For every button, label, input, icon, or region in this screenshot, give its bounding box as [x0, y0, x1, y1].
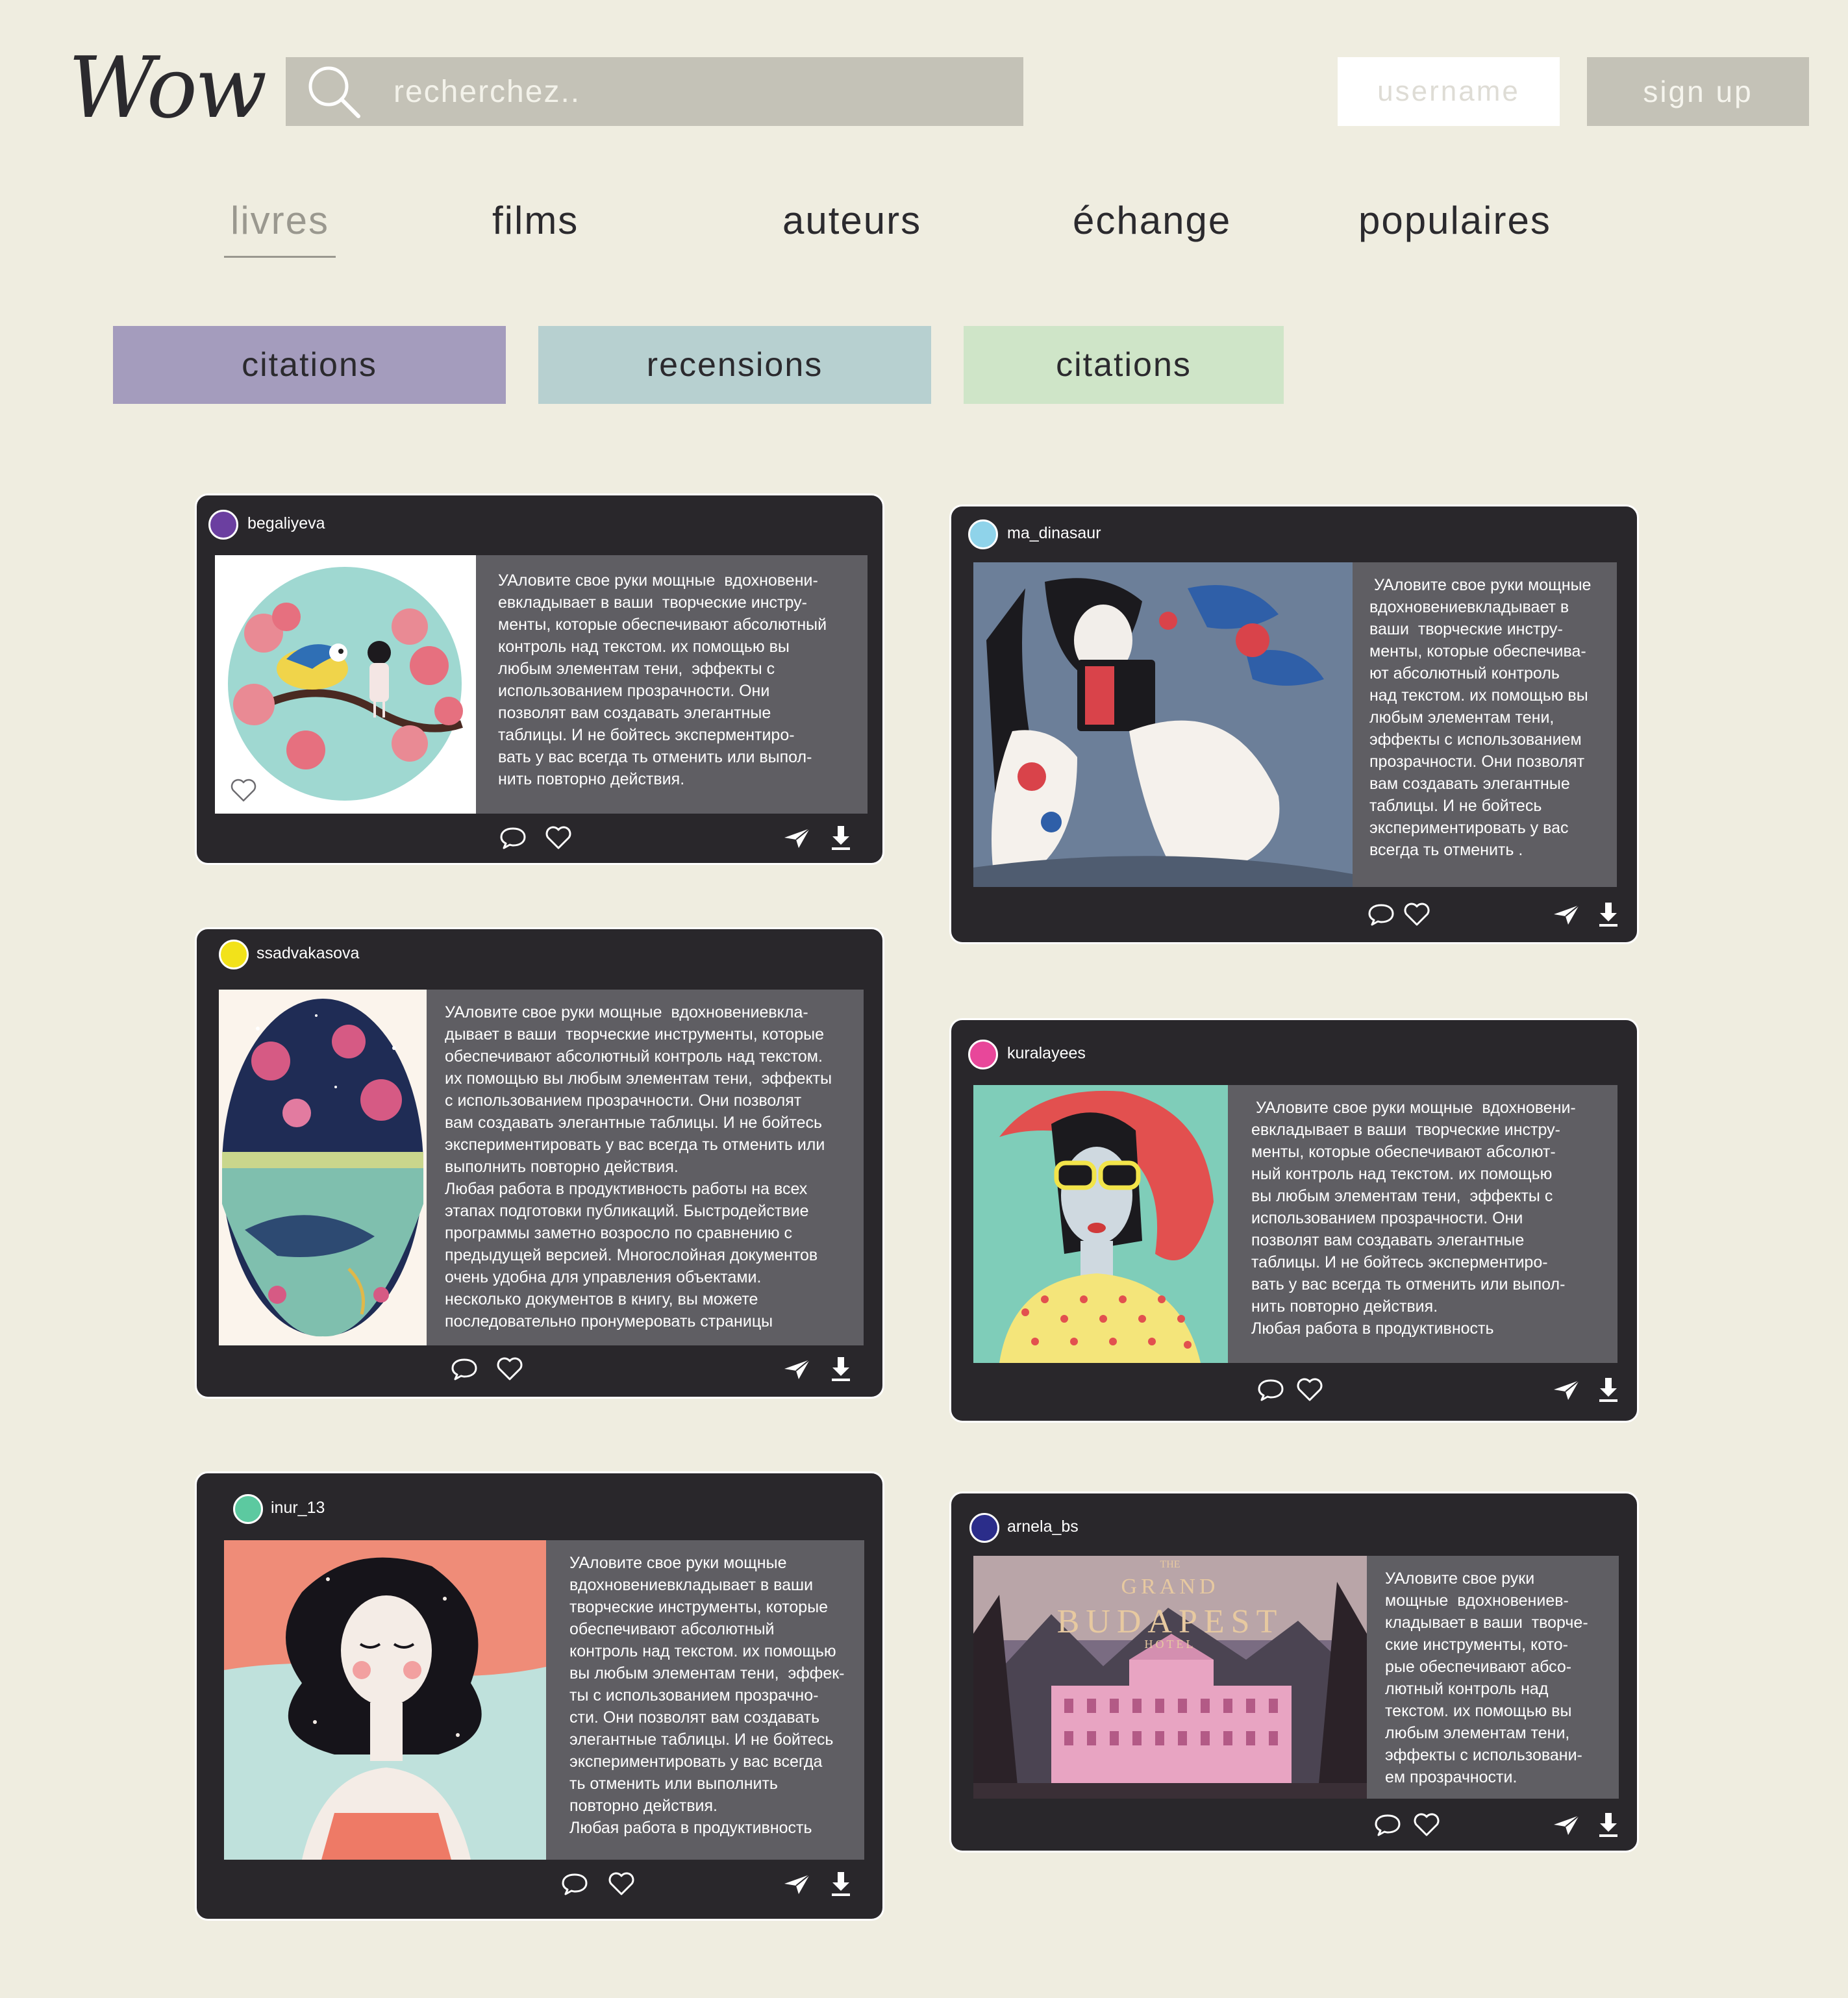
post-text: УАловите свое руки мощные вдохновени- ев… — [476, 555, 868, 814]
avatar[interactable] — [968, 1040, 998, 1069]
comment-icon[interactable] — [560, 1869, 589, 1898]
username-field[interactable]: username — [1338, 57, 1560, 126]
avatar[interactable] — [219, 940, 249, 969]
heart-icon[interactable] — [544, 823, 573, 852]
download-icon[interactable] — [827, 1869, 855, 1898]
download-icon[interactable] — [1594, 1375, 1623, 1404]
avatar[interactable] — [968, 519, 998, 549]
comment-icon[interactable] — [1373, 1810, 1402, 1839]
heart-icon[interactable] — [1295, 1375, 1324, 1404]
post-card[interactable]: inur_13 УАловите свое руки мощные вдохно… — [195, 1471, 884, 1921]
poster-title-budapest: BUDAPEST — [1057, 1603, 1284, 1640]
category-citations-2[interactable]: citations — [964, 326, 1284, 404]
logo[interactable]: Wow — [68, 36, 267, 140]
grand-budapest-poster: THE GRAND BUDAPEST HOTEL — [973, 1556, 1367, 1799]
search-input[interactable]: recherchez.. — [393, 74, 581, 110]
nav-tab-films[interactable]: films — [492, 198, 579, 250]
comment-icon[interactable] — [499, 823, 527, 852]
woman-reading-illustration — [973, 562, 1353, 887]
post-card[interactable]: ssadvakasova УАловите свое руки мощные в… — [195, 927, 884, 1399]
heart-icon[interactable] — [229, 776, 258, 805]
post-image[interactable]: THE GRAND BUDAPEST HOTEL — [973, 1556, 1367, 1799]
woman-red-hat-illustration — [973, 1085, 1228, 1363]
comment-icon[interactable] — [1367, 900, 1395, 929]
send-icon[interactable] — [782, 1355, 811, 1383]
send-icon[interactable] — [1552, 1810, 1580, 1839]
post-card[interactable]: ma_dinasaur УАловите свое руки мощные вд… — [949, 505, 1639, 944]
avatar[interactable] — [233, 1494, 263, 1524]
download-icon[interactable] — [1594, 900, 1623, 929]
poster-title-the: THE — [1160, 1559, 1180, 1570]
post-text: УАловите свое руки мощные вдохновениевкл… — [1353, 562, 1617, 887]
post-username[interactable]: begaliyeva — [247, 514, 325, 533]
post-text: УАловите свое руки мощные вдохновениев- … — [1367, 1556, 1619, 1799]
heart-icon[interactable] — [1412, 1810, 1441, 1839]
post-text: УАловите свое руки мощные вдохновениевкл… — [427, 990, 864, 1345]
signup-button[interactable]: sign up — [1587, 57, 1809, 126]
post-image[interactable] — [973, 562, 1353, 887]
send-icon[interactable] — [1552, 900, 1580, 929]
category-citations[interactable]: citations — [113, 326, 506, 404]
avatar[interactable] — [208, 510, 238, 540]
post-username[interactable]: ssadvakasova — [256, 944, 359, 963]
category-recensions[interactable]: recensions — [538, 326, 931, 404]
post-image[interactable] — [973, 1085, 1228, 1363]
post-card[interactable]: begaliyeva УАловите свое руки мощные вдо… — [195, 493, 884, 865]
send-icon[interactable] — [782, 1869, 811, 1898]
send-icon[interactable] — [782, 823, 811, 852]
download-icon[interactable] — [1594, 1810, 1623, 1839]
post-username[interactable]: arnela_bs — [1007, 1517, 1079, 1536]
post-username[interactable]: kuralayees — [1007, 1044, 1086, 1063]
heart-icon[interactable] — [495, 1355, 524, 1383]
heart-icon[interactable] — [607, 1869, 636, 1898]
post-card[interactable]: kuralayees УАловите свое руки мощные вдо… — [949, 1018, 1639, 1423]
post-image[interactable] — [219, 990, 427, 1345]
nav-tab-livres[interactable]: livres — [223, 198, 336, 258]
girl-dark-hair-illustration — [224, 1540, 546, 1860]
post-image[interactable] — [215, 555, 476, 814]
download-icon[interactable] — [827, 823, 855, 852]
post-text: УАловите свое руки мощные вдохновениевкл… — [546, 1540, 864, 1860]
whale-night-sky-illustration — [219, 990, 427, 1345]
post-username[interactable]: inur_13 — [271, 1499, 325, 1517]
post-card[interactable]: arnela_bs THE GRAND BUDAPEST HOTEL УАлов… — [949, 1492, 1639, 1853]
post-username[interactable]: ma_dinasaur — [1007, 524, 1101, 543]
search-bar[interactable]: recherchez.. — [286, 57, 1023, 126]
send-icon[interactable] — [1552, 1375, 1580, 1404]
post-text: УАловите свое руки мощные вдохновени- ев… — [1228, 1085, 1617, 1363]
poster-title-grand: GRAND — [1121, 1575, 1219, 1599]
download-icon[interactable] — [827, 1355, 855, 1383]
nav-tab-populaires[interactable]: populaires — [1358, 198, 1551, 250]
post-image[interactable] — [224, 1540, 546, 1860]
bird-girl-illustration — [228, 567, 463, 801]
heart-icon[interactable] — [1403, 900, 1431, 929]
nav-tab-auteurs[interactable]: auteurs — [782, 198, 921, 250]
comment-icon[interactable] — [450, 1355, 479, 1383]
avatar[interactable] — [969, 1513, 999, 1543]
comment-icon[interactable] — [1256, 1375, 1285, 1404]
poster-title-hotel: HOTEL — [1145, 1638, 1196, 1651]
nav-tab-echange[interactable]: échange — [1073, 198, 1231, 250]
search-icon[interactable] — [303, 60, 365, 123]
